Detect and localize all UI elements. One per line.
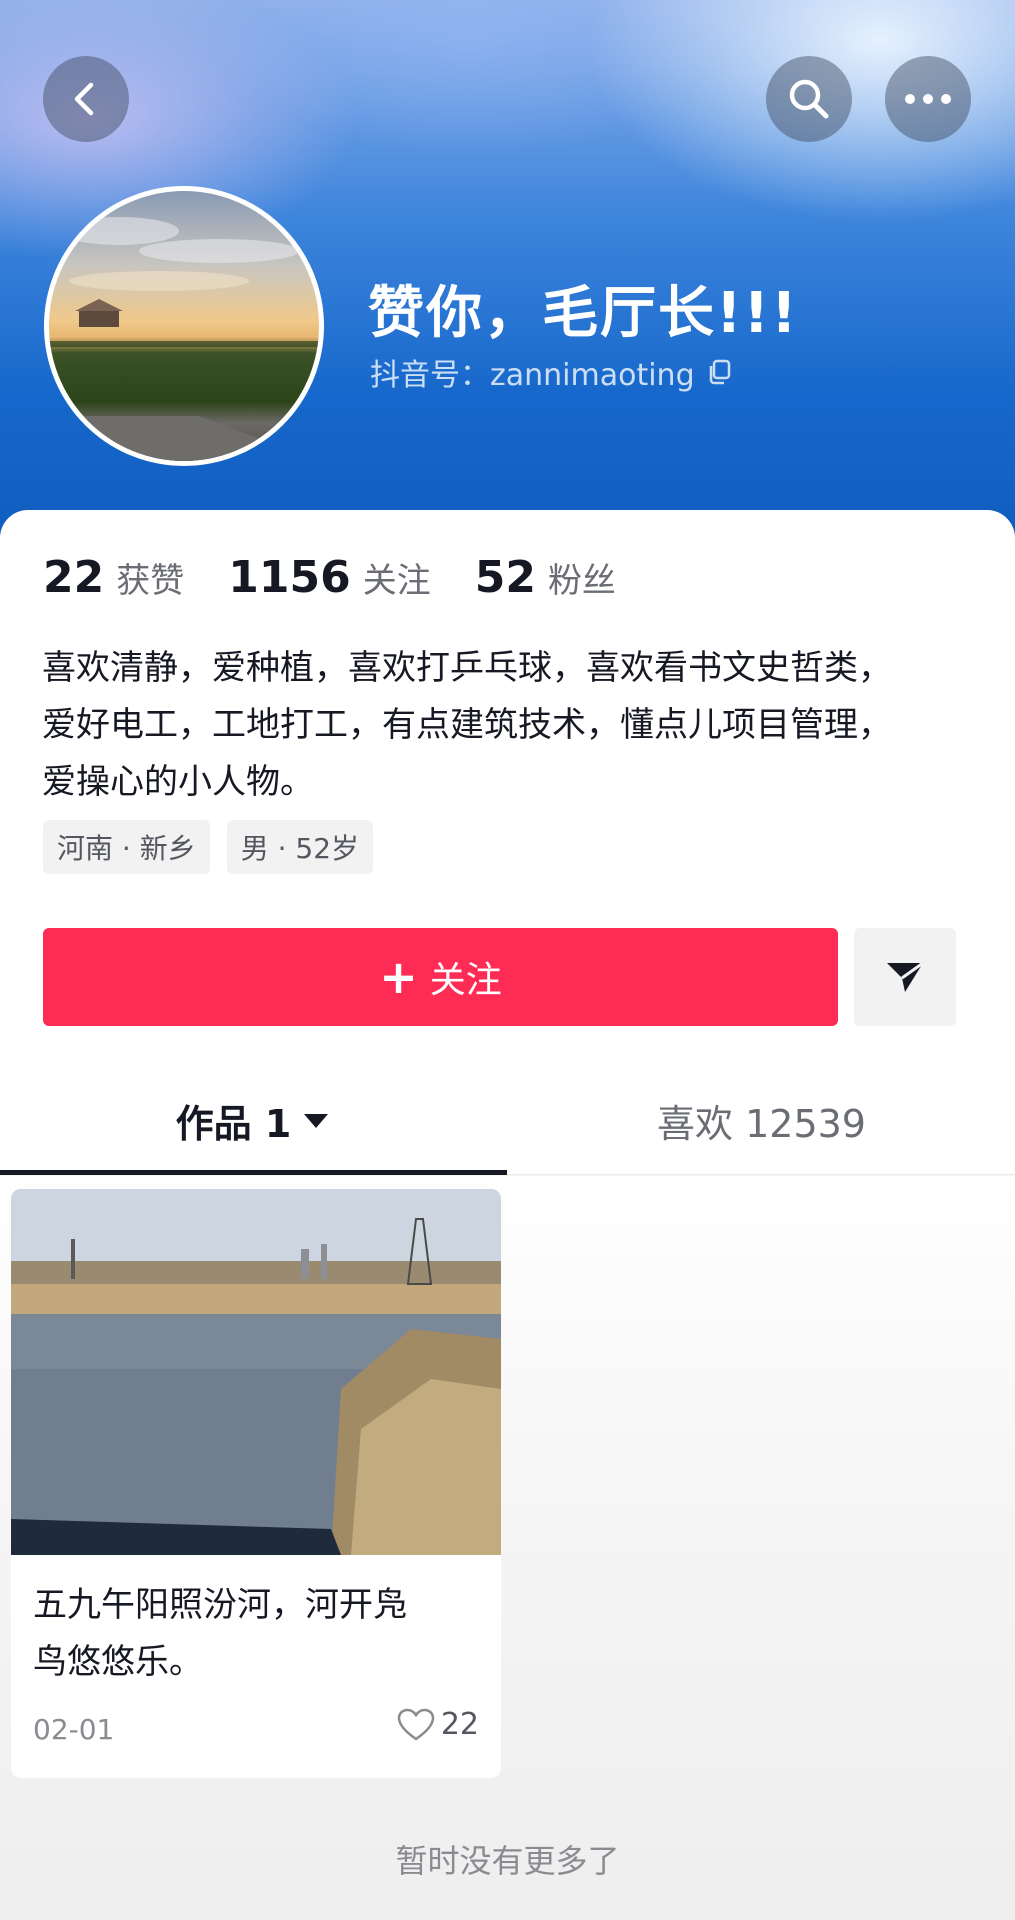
gender-age-tag: 男 · 52岁 (226, 820, 374, 874)
heart-icon (397, 1708, 435, 1741)
stat-following-value: 1156 (228, 552, 351, 603)
content-tabs: 作品 1 喜欢 12539 (0, 1065, 1015, 1175)
stat-likes-label: 获赞 (116, 561, 185, 601)
avatar-landscape-image (49, 217, 319, 461)
chevron-left-icon (74, 82, 94, 116)
caret-down-icon[interactable] (301, 1110, 331, 1130)
video-card[interactable]: 五九午阳照汾河，河开凫 鸟悠悠乐。 02-01 22 (11, 1189, 501, 1778)
follow-button-label: 关注 (429, 960, 502, 1001)
stat-followers[interactable]: 52 粉丝 (475, 552, 616, 603)
video-title-line: 鸟悠悠乐。 (33, 1642, 203, 1682)
search-icon (789, 79, 829, 119)
tab-likes[interactable]: 喜欢 12539 (508, 1065, 1015, 1175)
tab-works[interactable]: 作品 1 (0, 1065, 507, 1175)
video-date: 02-01 (33, 1713, 115, 1746)
video-thumbnail[interactable] (11, 1189, 501, 1555)
bio-line: 喜欢清静，爱种植，喜欢打乒乓球，喜欢看书文史哲类， (42, 648, 892, 688)
plus-icon: + (379, 950, 418, 1004)
follow-button[interactable]: + 关注 (43, 928, 838, 1026)
search-button[interactable] (766, 56, 852, 142)
profile-nickname: 赞你，毛厅长!!! (368, 281, 799, 346)
bio-line: 爱好电工，工地打工，有点建筑技术，懂点儿项目管理， (42, 705, 892, 745)
send-icon (887, 961, 924, 992)
more-dots-icon (905, 94, 951, 104)
location-tag: 河南 · 新乡 (43, 820, 210, 874)
douyin-id[interactable]: 抖音号：zannimaoting (370, 350, 733, 394)
video-likes: 22 (397, 1707, 479, 1742)
back-button[interactable] (43, 56, 129, 142)
active-tab-indicator (0, 1170, 507, 1175)
video-likes-count: 22 (440, 1707, 479, 1742)
profile-stats: 22 获赞 1156 关注 52 粉丝 (43, 552, 660, 603)
profile-tags: 河南 · 新乡 男 · 52岁 (43, 820, 374, 874)
share-button[interactable] (854, 928, 956, 1026)
douyin-id-text: 抖音号：zannimaoting (370, 358, 695, 393)
stat-following-label: 关注 (362, 561, 431, 601)
stat-followers-label: 粉丝 (547, 561, 616, 601)
profile-card: 22 获赞 1156 关注 52 粉丝 喜欢清静，爱种植，喜欢打乒乓球，喜欢看书… (0, 510, 1015, 1175)
profile-bio: 喜欢清静，爱种植，喜欢打乒乓球，喜欢看书文史哲类， 爱好电工，工地打工，有点建筑… (42, 640, 982, 811)
stat-followers-value: 52 (474, 552, 536, 603)
bio-line: 爱操心的小人物。 (42, 762, 314, 802)
video-title-line: 五九午阳照汾河，河开凫 (33, 1585, 407, 1625)
stat-following[interactable]: 1156 关注 (228, 552, 430, 603)
stat-likes[interactable]: 22 获赞 (43, 552, 184, 603)
copy-icon[interactable] (705, 358, 733, 386)
no-more-text: 暂时没有更多了 (395, 1842, 620, 1880)
more-button[interactable] (885, 56, 971, 142)
stat-likes-value: 22 (43, 552, 105, 603)
avatar[interactable] (44, 186, 324, 466)
tab-works-label: 作品 1 (175, 1101, 292, 1146)
river-landscape-image (11, 1189, 501, 1555)
tab-likes-label: 喜欢 12539 (657, 1101, 866, 1146)
video-title: 五九午阳照汾河，河开凫 鸟悠悠乐。 (33, 1577, 473, 1691)
